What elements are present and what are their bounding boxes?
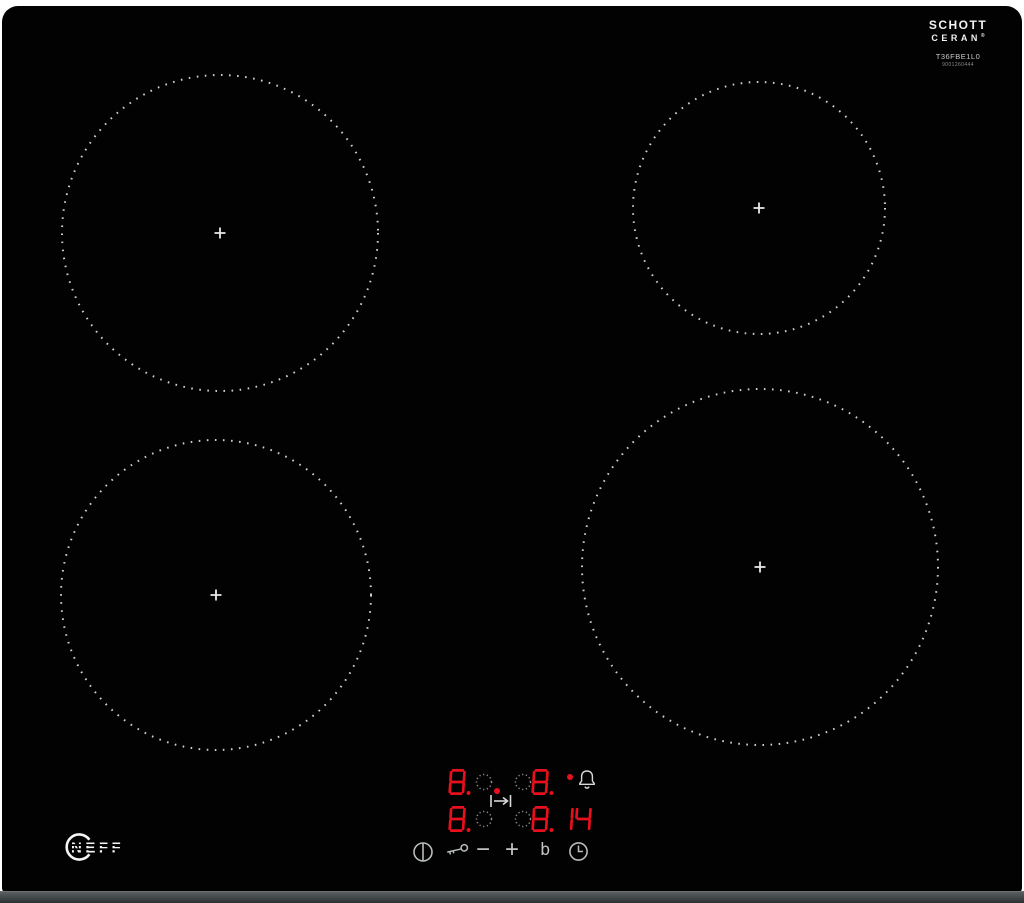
ceran-wordmark: CERAN®: [931, 33, 985, 43]
neff-logo-slat: [70, 848, 135, 851]
model-number: T36FBE1L0: [935, 52, 981, 61]
registered-trademark: ®: [980, 33, 985, 39]
display-front-left-level: [448, 806, 478, 838]
schott-wordmark: SCHOTT: [928, 18, 988, 32]
display-back-right-level: [531, 769, 561, 801]
minus-button[interactable]: −: [476, 836, 490, 864]
part-number: 9001260444: [942, 62, 974, 68]
front-edge-trim: [0, 891, 1024, 903]
neff-logo-slat: [70, 844, 135, 846]
alarm-bell-icon: [579, 770, 595, 789]
timer-clock-button[interactable]: [568, 841, 589, 862]
plus-button[interactable]: +: [505, 836, 519, 864]
zone-indicator-back-right-icon: [514, 773, 532, 791]
display-back-left-level: [448, 769, 478, 801]
timer-display: [558, 806, 598, 838]
zone-front-right-center-cross: [754, 561, 766, 573]
b-function-button[interactable]: b: [540, 840, 550, 860]
timer-indicator-dot: [567, 774, 573, 780]
zone-indicator-front-left-icon: [475, 810, 493, 828]
induction-hob: SCHOTT CERAN® T36FBE1L0 9001260444 NEFF: [0, 0, 1024, 903]
zone-indicator-front-right-icon: [514, 810, 532, 828]
child-lock-key-button[interactable]: [443, 841, 471, 859]
zone-indicator-back-left-icon: [475, 773, 493, 791]
neff-logo: NEFF: [65, 833, 135, 861]
neff-logo-letters: NEFF: [71, 840, 124, 857]
power-button[interactable]: [412, 841, 434, 863]
glass-branding: SCHOTT CERAN® T36FBE1L0 9001260444: [918, 18, 998, 68]
zone-back-right-center-cross: [753, 202, 765, 214]
power-move-icon: [490, 795, 512, 807]
zone-front-left-center-cross: [210, 589, 222, 601]
zone-back-left-center-cross: [214, 227, 226, 239]
cooking-zones: [60, 74, 939, 751]
display-front-right-level: [531, 806, 561, 838]
